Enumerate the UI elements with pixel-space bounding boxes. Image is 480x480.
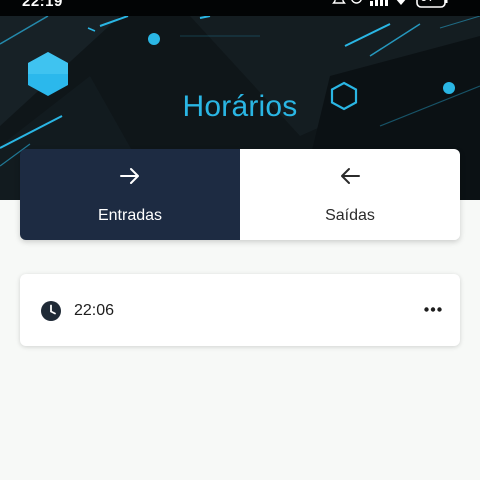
more-horizontal-icon (424, 307, 442, 312)
arrow-left-icon (341, 168, 360, 184)
status-time: 22:19 (22, 0, 63, 10)
page-title: Horários (182, 90, 298, 123)
arrow-right-icon (120, 168, 139, 184)
clock-status-icon (351, 0, 362, 4)
more-options-button[interactable] (420, 296, 446, 322)
tab-entradas[interactable]: Entradas (20, 149, 240, 240)
tab-entradas-label: Entradas (97, 207, 163, 224)
battery-level: 54 (421, 0, 432, 4)
direction-selector: Entradas Saídas (20, 149, 460, 240)
schedule-item[interactable]: 22:06 (20, 274, 460, 346)
schedule-time: 22:06 (74, 302, 115, 319)
wifi-icon (396, 0, 406, 5)
tab-saidas-label: Saídas (325, 207, 375, 224)
alarm-icon (332, 0, 346, 4)
clock-icon (41, 301, 61, 321)
signal-icon (370, 0, 388, 6)
status-bar: 22:19 54 (0, 0, 480, 16)
tab-saidas[interactable]: Saídas (240, 149, 460, 240)
